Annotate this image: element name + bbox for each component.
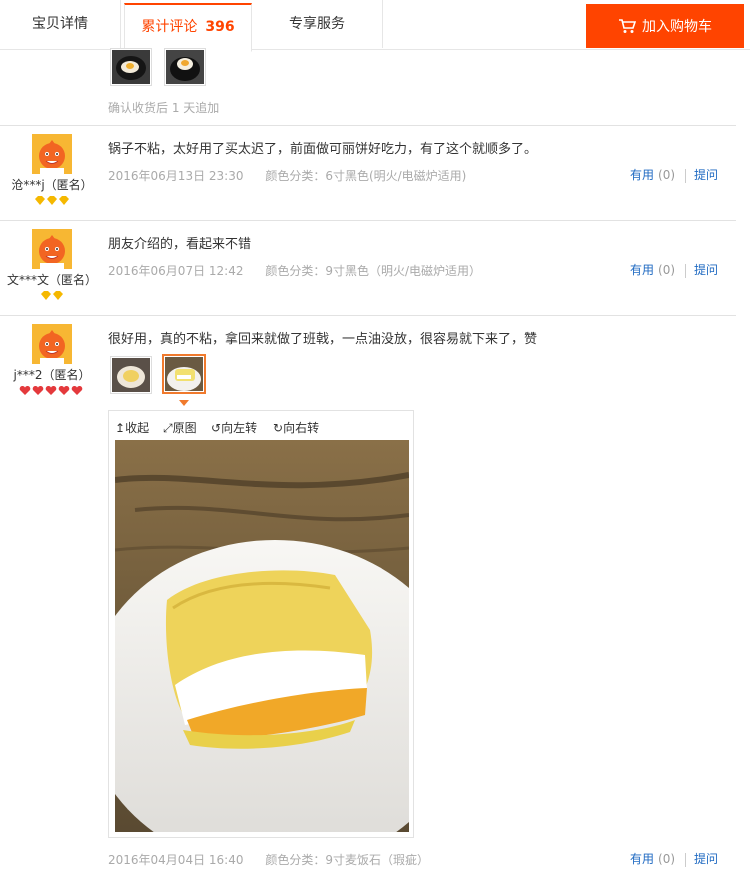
original-image-button[interactable]: ⤢原图 — [163, 419, 197, 436]
author-name: 沧***j（匿名） — [11, 178, 93, 192]
review-actions: 有用 (0) 提问 — [630, 850, 718, 867]
ask-button[interactable]: 提问 — [694, 852, 718, 866]
append-note: 确认收货后 1 天追加 — [108, 101, 220, 115]
avatar — [32, 229, 72, 269]
expand-icon: ⤢ — [163, 421, 173, 435]
review-meta: 2016年06月13日 23:30 颜色分类：6寸黑色(明火/电磁炉适用) — [108, 167, 466, 184]
diamond-icon — [35, 196, 69, 205]
useful-count: (0) — [658, 263, 676, 277]
review-item: 文***文（匿名） 朋友介绍的，看起来不错 2016年06月07日 12:42 … — [0, 221, 736, 316]
review-author: 文***文（匿名） — [0, 229, 104, 300]
crepe-photo — [112, 358, 150, 392]
buyer-rank-diamonds — [0, 195, 104, 205]
review-photo-thumbnail[interactable] — [110, 356, 152, 394]
review-date: 2016年04月04日 16:40 — [108, 853, 244, 867]
review-photo-thumbnail-selected[interactable] — [162, 354, 206, 394]
review-text: 很好用，真的不粘，拿回来就做了班戟，一点油没放，很容易就下来了，赞 — [108, 332, 538, 347]
review-sku: 颜色分类：9寸黑色（明火/电磁炉适用） — [265, 264, 481, 278]
review-meta: 2016年06月07日 12:42 颜色分类：9寸黑色（明火/电磁炉适用） — [108, 262, 481, 279]
buyer-rank-hearts — [0, 385, 104, 395]
review-sku: 颜色分类：9寸麦饭石（瑕疵） — [265, 853, 429, 867]
avatar — [32, 134, 72, 174]
divider — [685, 263, 687, 278]
collapse-button[interactable]: ↥收起 — [115, 419, 149, 436]
review-item: 沧***j（匿名） 锅子不粘，太好用了买太迟了，前面做可丽饼好吃力，有了这个就顺… — [0, 126, 736, 221]
selected-indicator — [179, 400, 189, 406]
avatar — [32, 324, 72, 364]
divider — [685, 852, 687, 867]
review-meta: 2016年04月04日 16:40 颜色分类：9寸麦饭石（瑕疵） — [108, 851, 429, 868]
crepe-photo-large — [115, 440, 409, 832]
author-name: j***2（匿名） — [13, 368, 91, 382]
review-author: j***2（匿名） — [0, 324, 104, 395]
heart-icon — [19, 385, 83, 395]
divider — [685, 168, 687, 183]
previous-review: 确认收货后 1 天追加 — [0, 0, 736, 126]
useful-button[interactable]: 有用 — [630, 168, 654, 182]
review-author: 沧***j（匿名） — [0, 134, 104, 205]
rotate-left-button[interactable]: ↺向左转 — [211, 419, 257, 436]
photo-viewer: ↥收起 ⤢原图 ↺向左转 ↻向右转 — [108, 410, 414, 838]
review-actions: 有用 (0) 提问 — [630, 166, 718, 183]
pan-photo — [112, 50, 150, 84]
buyer-rank-diamonds — [0, 290, 104, 300]
rotate-right-icon: ↻ — [273, 421, 284, 435]
useful-button[interactable]: 有用 — [630, 852, 654, 866]
review-text: 朋友介绍的，看起来不错 — [108, 237, 252, 252]
collapse-icon: ↥ — [115, 421, 126, 435]
review-date: 2016年06月13日 23:30 — [108, 169, 244, 183]
review-photo-thumbnail[interactable] — [110, 48, 152, 86]
rotate-left-label: 向左转 — [221, 421, 258, 435]
review-text: 锅子不粘，太好用了买太迟了，前面做可丽饼好吃力，有了这个就顺多了。 — [108, 142, 538, 157]
useful-count: (0) — [658, 852, 676, 866]
diamond-icon — [41, 291, 63, 300]
useful-count: (0) — [658, 168, 676, 182]
review-date: 2016年06月07日 12:42 — [108, 264, 244, 278]
rotate-left-icon: ↺ — [211, 421, 222, 435]
collapse-label: 收起 — [125, 421, 150, 435]
rotate-right-button[interactable]: ↻向右转 — [273, 419, 319, 436]
crepe-photo — [165, 357, 203, 391]
original-label: 原图 — [172, 421, 197, 435]
review-photo-thumbnail[interactable] — [164, 48, 206, 86]
ask-button[interactable]: 提问 — [694, 263, 718, 277]
useful-button[interactable]: 有用 — [630, 263, 654, 277]
review-actions: 有用 (0) 提问 — [630, 261, 718, 278]
rotate-right-label: 向右转 — [283, 421, 320, 435]
review-sku: 颜色分类：6寸黑色(明火/电磁炉适用) — [265, 169, 467, 183]
author-name: 文***文（匿名） — [6, 273, 97, 287]
pan-photo — [166, 50, 204, 84]
ask-button[interactable]: 提问 — [694, 168, 718, 182]
